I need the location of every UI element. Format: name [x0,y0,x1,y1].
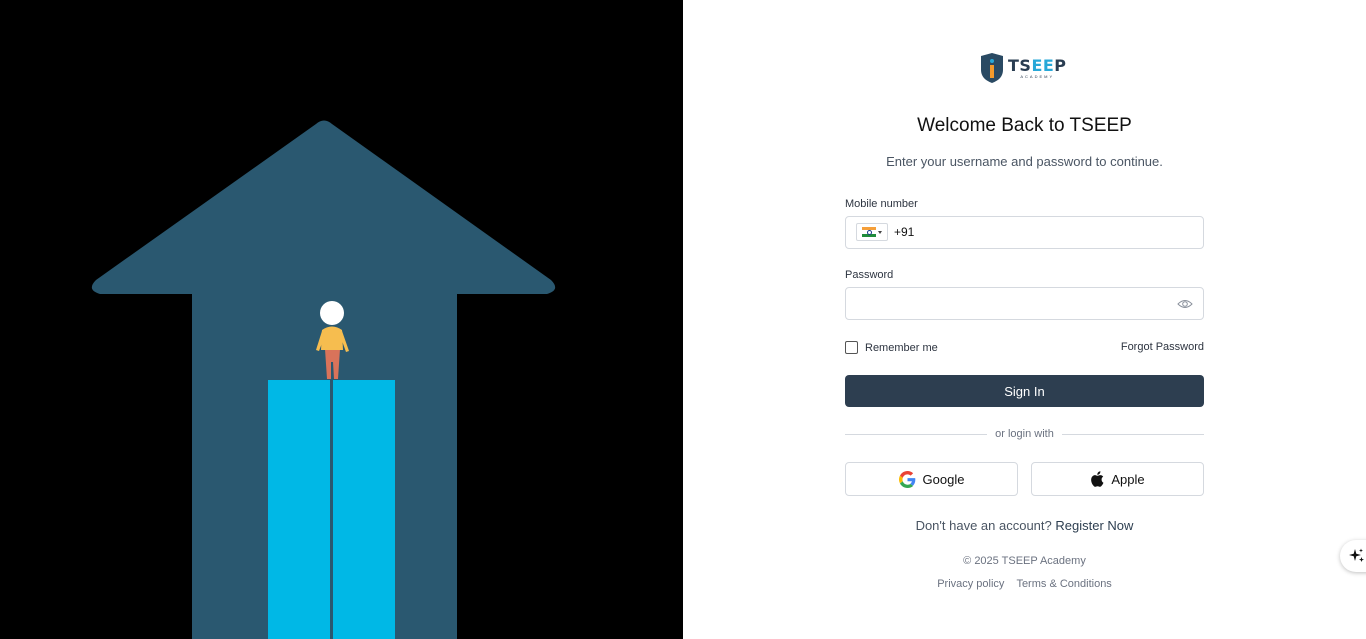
logo-text-p: P [1054,55,1067,75]
hero-illustration-panel [0,0,683,639]
login-form: TSEEP ACADEMY Welcome Back to TSEEP Ente… [845,0,1205,639]
divider-text: or login with [995,428,1054,440]
dial-code: +91 [894,225,915,239]
logo-tagline: ACADEMY [1020,73,1055,79]
privacy-policy-link[interactable]: Privacy policy [937,578,1004,590]
forgot-password-link[interactable]: Forgot Password [1121,341,1204,353]
remember-me-label: Remember me [865,341,938,354]
footer-links: Privacy policy Terms & Conditions [845,578,1204,590]
password-label: Password [845,269,894,281]
apple-login-button[interactable]: Apple [1031,462,1204,496]
door-right [333,380,395,639]
page-title: Welcome Back to TSEEP [917,115,1132,136]
eye-icon[interactable] [1177,297,1193,311]
login-panel: TSEEP ACADEMY Welcome Back to TSEEP Ente… [683,0,1366,639]
apple-button-label: Apple [1111,471,1145,487]
apple-icon [1091,471,1104,487]
login-divider: or login with [845,427,1205,441]
chevron-down-icon [878,230,882,234]
country-code-select[interactable] [856,223,888,241]
remember-me[interactable]: Remember me [845,341,938,354]
password-input[interactable] [845,287,1204,320]
mobile-number-label: Mobile number [845,198,918,210]
register-prompt-text: Don't have an account? [915,518,1052,533]
terms-conditions-link[interactable]: Terms & Conditions [1016,578,1111,590]
shield-logo-icon [981,53,1003,83]
tseep-logo: TSEEP ACADEMY [980,51,1072,85]
google-login-button[interactable]: Google [845,462,1018,496]
remember-me-checkbox[interactable] [845,341,858,354]
logo-text-ts: TS [1008,55,1032,75]
ai-assistant-button[interactable] [1340,540,1366,572]
register-now-link[interactable]: Register Now [1055,518,1133,533]
divider-line [1061,433,1205,435]
sign-in-button[interactable]: Sign In [845,375,1204,407]
google-button-label: Google [922,471,965,487]
page-subtitle: Enter your username and password to cont… [886,154,1163,169]
divider-line [845,433,988,435]
mobile-number-input[interactable]: +91 [845,216,1204,249]
india-flag-icon [862,227,876,237]
logo-text-ee: EE [1031,55,1055,75]
copyright-text: © 2025 TSEEP Academy [963,555,1086,567]
register-prompt: Don't have an account? Register Now [845,518,1204,533]
door-left [268,380,330,639]
upward-arrow-illustration [91,120,556,639]
sparkle-icon [1349,548,1364,562]
google-icon [898,470,915,488]
